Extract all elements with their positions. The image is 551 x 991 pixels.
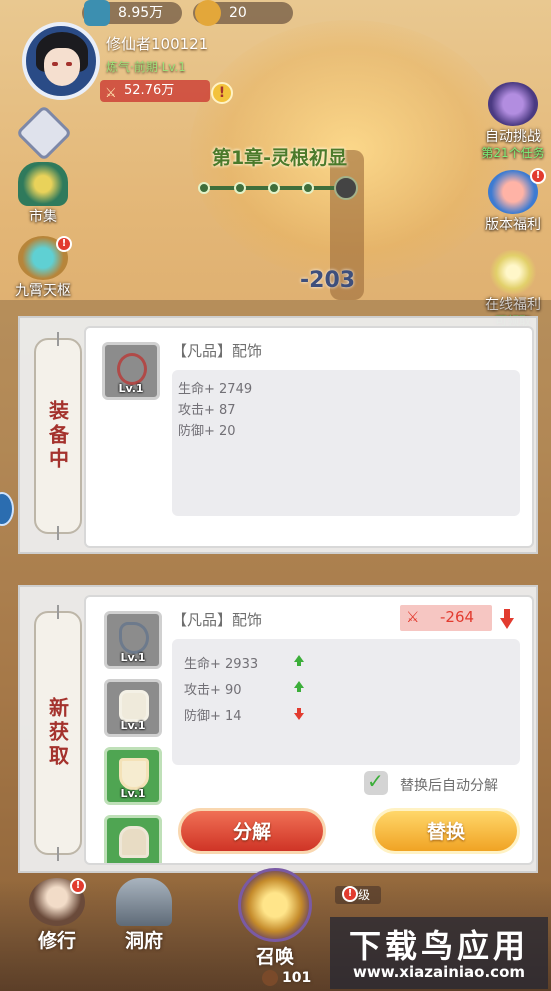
accessory-icon (119, 622, 149, 654)
stat-attack: 攻击+ 90 (184, 683, 242, 698)
sky-pivot-label: 九霄天枢 (15, 283, 71, 299)
combat-power: ⚔ 52.76万 (100, 80, 210, 102)
copper-coin-value: 20 (229, 5, 247, 21)
scroll-rod (57, 847, 59, 861)
equipped-panel: 装备中 Lv.1 【凡品】配饰 生命+ 2749 攻击+ 87 防御+ 20 (18, 316, 538, 554)
equipped-item-slot[interactable]: Lv.1 (102, 342, 160, 400)
copper-coin-counter[interactable]: 20 (193, 0, 293, 26)
scroll-rod (57, 526, 59, 540)
stat-hp: 生命+ 2933 (184, 657, 259, 672)
skirt-icon (119, 758, 149, 790)
equipped-tag: 装备中 (34, 332, 82, 540)
watermark-title: 下载鸟应用 (348, 927, 529, 965)
boss-node (334, 176, 358, 200)
copper-coin-icon (195, 0, 221, 26)
power-diff-badge: ⚔ -264 (400, 605, 492, 631)
new-item-slot[interactable]: Lv.1 (104, 611, 162, 669)
crossed-swords-icon: ⚔ (406, 608, 420, 626)
obtained-tag-label: 新获取 (45, 697, 70, 769)
item-quality: 【凡品】 (172, 611, 233, 629)
progress-node (268, 182, 280, 194)
market-button[interactable]: 市集 (8, 162, 78, 226)
player-name: 修仙者100121 (106, 35, 209, 53)
stat-defense: 防御+ 14 (184, 709, 242, 724)
equipped-stats-box: 生命+ 2749 攻击+ 87 防御+ 20 (172, 370, 520, 516)
new-item-slot[interactable] (104, 815, 162, 863)
armor-icon (119, 690, 149, 722)
item-type: 配饰 (232, 342, 263, 360)
summon-count: 101 (282, 970, 312, 986)
spirit-stone-icon (84, 0, 110, 26)
power-diff-value: -264 (440, 608, 475, 626)
progress-node (302, 182, 314, 194)
combat-power-value: 52.76万 (124, 83, 175, 98)
stat-down-arrow-icon (294, 708, 304, 720)
crossed-swords-icon: ⚔ (105, 86, 117, 101)
item-type: 配饰 (232, 611, 263, 629)
notification-dot: ! (56, 236, 72, 252)
alert-icon[interactable]: ! (211, 82, 233, 104)
auto-decompose-label: 替换后自动分解 (400, 778, 498, 794)
cave-icon (116, 878, 172, 926)
chapter-title: 第1章-灵根初显 (211, 147, 348, 169)
item-level: Lv.1 (118, 382, 144, 395)
spirit-stone-value: 8.95万 (118, 5, 164, 21)
avatar[interactable] (22, 22, 100, 100)
damage-number: -203 (300, 268, 356, 293)
accessory-icon (117, 353, 147, 385)
market-label: 市集 (29, 209, 57, 225)
notification-dot: ! (342, 886, 358, 902)
avatar-face (44, 48, 80, 86)
power-down-arrow-icon (500, 609, 514, 631)
equipped-item-card: Lv.1 【凡品】配饰 生命+ 2749 攻击+ 87 防御+ 20 (84, 326, 534, 548)
item-level: Lv.1 (120, 787, 146, 800)
progress-node (234, 182, 246, 194)
new-item-slot[interactable]: Lv.1 (104, 679, 162, 737)
nav-summon-label: 召唤 (255, 946, 294, 968)
auto-challenge-icon (488, 82, 538, 126)
checkmark-icon: ✓ (367, 769, 384, 793)
nav-cave-label: 洞府 (124, 930, 163, 952)
stat-up-arrow-icon (294, 655, 304, 666)
progress-node (198, 182, 210, 194)
obtained-tag: 新获取 (34, 605, 82, 861)
online-welfare-icon (488, 250, 538, 294)
nav-summon[interactable]: 召唤 (225, 868, 325, 969)
nav-cave[interactable]: 洞府 (104, 878, 184, 953)
nav-cultivate-label: 修行 (37, 930, 76, 952)
item-level: Lv.1 (120, 651, 146, 664)
notification-dot: ! (530, 168, 546, 184)
stat-attack: 攻击+ 87 (178, 403, 236, 418)
obtained-item-title: 【凡品】配饰 (172, 609, 262, 630)
watermark: 下载鸟应用 www.xiazainiao.com (330, 917, 548, 989)
equipped-item-title: 【凡品】配饰 (172, 340, 262, 361)
summon-icon (238, 868, 312, 942)
item-level: Lv.1 (120, 719, 146, 732)
hat-icon (119, 826, 149, 858)
decompose-button[interactable]: 分解 (178, 808, 326, 854)
replace-button[interactable]: 替换 (372, 808, 520, 854)
player-realm: 炼气·前期·Lv.1 (106, 60, 186, 74)
stat-up-arrow-icon (294, 681, 304, 692)
obtained-stats-box: 生命+ 2933 攻击+ 90 防御+ 14 (172, 639, 520, 765)
item-quality: 【凡品】 (172, 342, 233, 360)
scroll-rod (57, 605, 59, 619)
version-welfare-label: 版本福利 (485, 217, 541, 233)
stat-hp: 生命+ 2749 (178, 382, 253, 397)
equipped-tag-label: 装备中 (45, 400, 70, 472)
spirit-stone-counter[interactable]: 8.95万 (82, 0, 182, 26)
scroll-rod (57, 332, 59, 346)
avatar-eye (66, 62, 72, 66)
watermark-url: www.xiazainiao.com (352, 963, 526, 981)
avatar-eye (52, 62, 58, 66)
summon-ticket-icon (262, 970, 278, 986)
stat-defense: 防御+ 20 (178, 424, 236, 439)
notification-dot: ! (70, 878, 86, 894)
new-item-slot[interactable]: Lv.1 (104, 747, 162, 805)
auto-decompose-checkbox[interactable]: ✓ (364, 769, 388, 795)
